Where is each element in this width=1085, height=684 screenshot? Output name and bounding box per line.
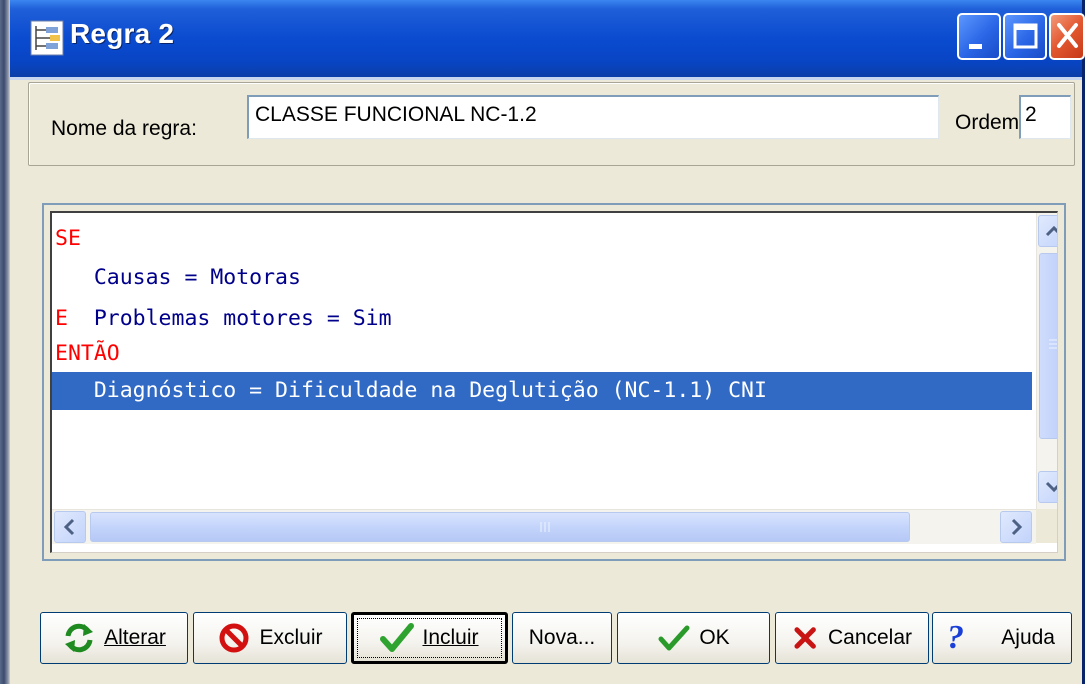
chevron-right-icon [1011, 518, 1023, 536]
code-line[interactable]: SE [52, 220, 1032, 258]
maximize-button[interactable] [1003, 13, 1047, 60]
desktop-edge [0, 0, 10, 684]
alterar-button[interactable]: Alterar [40, 612, 188, 664]
chevron-left-icon [63, 518, 75, 536]
rule-name-group: Nome da regra: CLASSE FUNCIONAL NC-1.2 O… [28, 82, 1075, 166]
maximize-icon [1013, 23, 1038, 49]
order-input[interactable]: 2 [1019, 95, 1071, 139]
close-icon [1057, 23, 1078, 48]
incluir-button[interactable]: Incluir [351, 612, 508, 664]
cancel-x-icon [794, 627, 816, 649]
cancelar-button[interactable]: Cancelar [775, 612, 929, 664]
scroll-down-button[interactable] [1038, 471, 1057, 503]
chevron-up-icon [1045, 225, 1057, 237]
focus-rectangle [357, 618, 502, 658]
window-title: Regra 2 [70, 18, 175, 49]
vertical-scrollbar[interactable] [1036, 213, 1057, 509]
code-line[interactable]: E Problemas motores = Sim [52, 300, 1032, 338]
scroll-left-button[interactable] [54, 511, 86, 543]
code-line[interactable]: ENTÃO [52, 335, 1032, 373]
horizontal-scrollbar[interactable] [52, 509, 1036, 544]
grip-icon [1049, 339, 1057, 349]
nova-button[interactable]: Nova... [512, 612, 612, 664]
scroll-up-button[interactable] [1038, 215, 1057, 247]
rule-name-input[interactable]: CLASSE FUNCIONAL NC-1.2 [247, 95, 939, 139]
ok-check-icon [658, 625, 690, 651]
rule-text[interactable]: SE Causas = Motoras E Problemas motores … [52, 213, 1032, 509]
rule-editor-frame: SE Causas = Motoras E Problemas motores … [42, 203, 1066, 561]
close-button[interactable] [1049, 13, 1085, 60]
title-bar[interactable]: Regra 2 [10, 0, 1085, 80]
chevron-down-icon [1045, 481, 1057, 493]
code-line[interactable]: Causas = Motoras [52, 259, 1032, 297]
rule-dialog: Regra 2 Nome da regra: CLASSE FUNCIONAL … [10, 0, 1085, 684]
delete-icon [219, 623, 249, 653]
help-icon: ? [947, 619, 964, 656]
rule-editor[interactable]: SE Causas = Motoras E Problemas motores … [50, 211, 1058, 553]
refresh-icon [65, 623, 94, 653]
minimize-button[interactable] [957, 13, 1001, 60]
rule-name-label: Nome da regra: [51, 117, 197, 140]
minimize-icon [969, 44, 982, 49]
code-line-selected[interactable]: Diagnóstico = Dificuldade na Deglutição … [52, 372, 1032, 410]
scroll-corner [1036, 509, 1057, 543]
order-label: Ordem: [955, 111, 1026, 134]
ajuda-button[interactable]: ? Ajuda [932, 612, 1072, 664]
horizontal-scroll-thumb[interactable] [90, 512, 910, 542]
vertical-scroll-thumb[interactable] [1039, 253, 1057, 439]
excluir-button[interactable]: Excluir [193, 612, 347, 664]
grip-icon [540, 522, 550, 532]
scroll-right-button[interactable] [1000, 511, 1032, 543]
rule-tree-icon [30, 20, 64, 56]
ok-button[interactable]: OK [617, 612, 770, 664]
